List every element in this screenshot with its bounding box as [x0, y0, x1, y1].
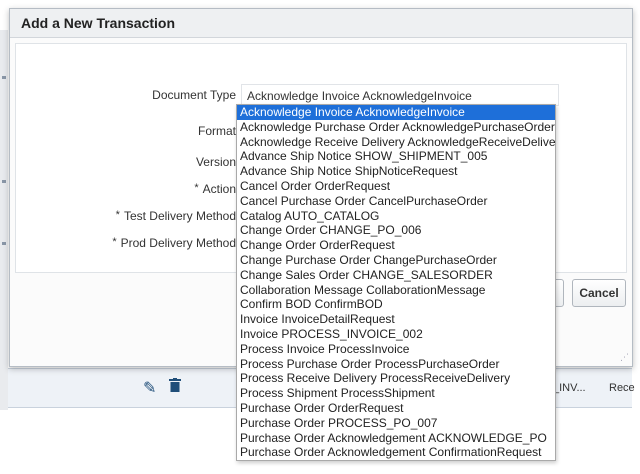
dropdown-option[interactable]: Advance Ship Notice ShipNoticeRequest — [237, 164, 555, 179]
resize-grip-icon[interactable]: ⋰ — [620, 352, 629, 363]
dropdown-option[interactable]: Change Sales Order CHANGE_SALESORDER — [237, 268, 555, 283]
dropdown-option[interactable]: Process Receive Delivery ProcessReceiveD… — [237, 371, 555, 386]
dialog-header: Add a New Transaction — [10, 9, 632, 38]
dropdown-option[interactable]: Advance Ship Notice SHOW_SHIPMENT_005 — [237, 149, 555, 164]
dropdown-option[interactable]: Acknowledge Receive Delivery Acknowledge… — [237, 135, 555, 150]
left-edge-panel — [0, 30, 8, 410]
dropdown-option[interactable]: Confirm BOD ConfirmBOD — [237, 297, 555, 312]
dropdown-option[interactable]: Change Purchase Order ChangePurchaseOrde… — [237, 253, 555, 268]
test-delivery-method-text: Test Delivery Method — [123, 209, 236, 223]
dropdown-option[interactable]: Collaboration Message CollaborationMessa… — [237, 283, 555, 298]
dialog-title: Add a New Transaction — [21, 15, 176, 31]
dropdown-option[interactable]: Invoice PROCESS_INVOICE_002 — [237, 327, 555, 342]
action-label-text: Action — [202, 182, 236, 196]
grid-cell: Rece — [609, 382, 635, 394]
edge-mark — [2, 180, 6, 183]
required-marker: * — [115, 209, 120, 221]
required-marker: * — [194, 182, 199, 194]
pencil-icon[interactable]: ✎ — [143, 378, 156, 398]
dropdown-option[interactable]: Process Purchase Order ProcessPurchaseOr… — [237, 357, 555, 372]
document-type-select[interactable]: Acknowledge Invoice AcknowledgeInvoice — [241, 84, 559, 106]
dropdown-option[interactable]: Cancel Order OrderRequest — [237, 179, 555, 194]
cancel-button[interactable]: Cancel — [572, 279, 626, 307]
dropdown-option[interactable]: Process Invoice ProcessInvoice — [237, 342, 555, 357]
required-marker: * — [112, 236, 117, 248]
dropdown-option[interactable]: Purchase Order Acknowledgement ACKNOWLED… — [237, 431, 555, 446]
edge-mark — [2, 242, 6, 245]
dropdown-option[interactable]: Acknowledge Purchase Order AcknowledgePu… — [237, 120, 555, 135]
trash-icon[interactable] — [169, 378, 181, 397]
test-delivery-method-label: * Test Delivery Method — [116, 209, 236, 223]
dropdown-option[interactable]: Process Shipment ProcessShipment — [237, 386, 555, 401]
dropdown-option[interactable]: Invoice InvoiceDetailRequest — [237, 312, 555, 327]
dropdown-option[interactable]: Purchase Order Acknowledgement Confirmat… — [237, 445, 555, 460]
version-label: Version — [195, 155, 236, 169]
edge-mark — [2, 76, 6, 79]
dropdown-option[interactable]: Change Order OrderRequest — [237, 238, 555, 253]
document-type-dropdown[interactable]: Acknowledge Invoice AcknowledgeInvoice Ac… — [236, 104, 556, 461]
grid-cell: _INV... — [553, 382, 586, 394]
action-label: * Action — [194, 182, 236, 196]
prod-delivery-method-label: * Prod Delivery Method — [112, 236, 236, 250]
dropdown-option[interactable]: Acknowledge Invoice AcknowledgeInvoice — [237, 105, 555, 120]
dropdown-option[interactable]: Purchase Order OrderRequest — [237, 401, 555, 416]
format-label: Format — [197, 124, 236, 138]
dropdown-option[interactable]: Change Order CHANGE_PO_006 — [237, 223, 555, 238]
prod-delivery-method-text: Prod Delivery Method — [120, 236, 236, 250]
dropdown-option[interactable]: Purchase Order PROCESS_PO_007 — [237, 416, 555, 431]
dropdown-option[interactable]: Cancel Purchase Order CancelPurchaseOrde… — [237, 194, 555, 209]
dropdown-option[interactable]: Catalog AUTO_CATALOG — [237, 209, 555, 224]
document-type-label: Document Type — [152, 88, 236, 102]
